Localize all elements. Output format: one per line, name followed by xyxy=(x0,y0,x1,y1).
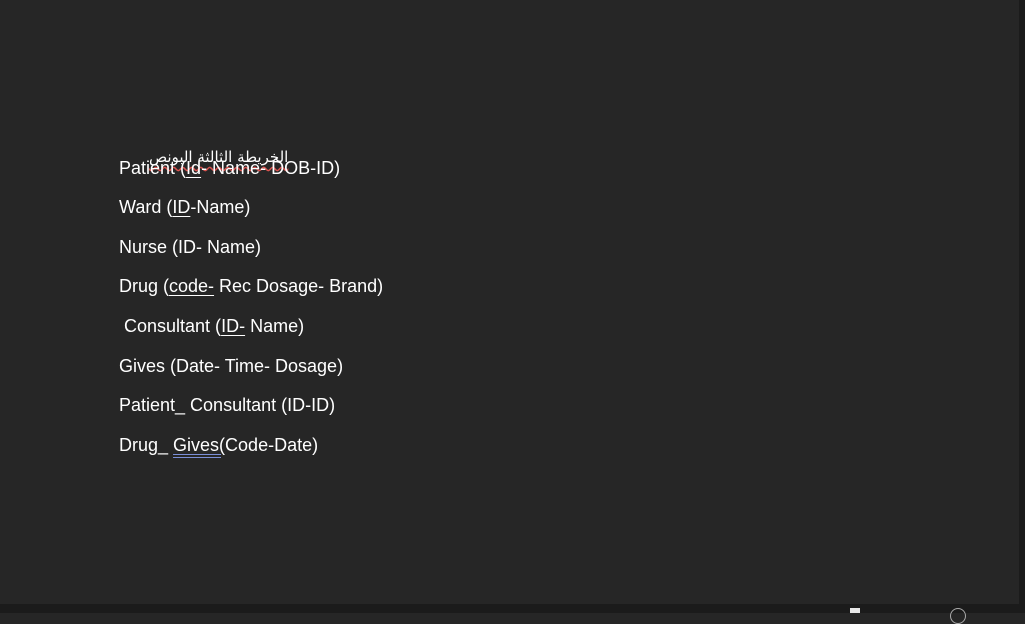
heading-line[interactable]: الخريطة الثالثة البونص xyxy=(119,114,383,166)
line-text: Nurse (ID- Name) xyxy=(119,236,262,257)
line-text: Ward ( xyxy=(119,197,173,218)
line-patient[interactable]: Patient (Id- Name- DOB-ID) xyxy=(119,154,383,194)
line-text: Rec Dosage- Brand) xyxy=(214,276,384,297)
line-text: - Name- DOB-ID) xyxy=(201,157,341,178)
line-ward[interactable]: Ward (ID-Name) xyxy=(119,193,383,233)
grammar-flag-underlined[interactable]: Gives( xyxy=(173,435,225,455)
primary-key-underlined: code- xyxy=(169,276,215,297)
line-drug[interactable]: Drug (code- Rec Dosage- Brand) xyxy=(119,272,383,312)
line-text: Drug_ xyxy=(119,434,174,455)
line-text: Code-Date) xyxy=(225,434,319,455)
line-text: Consultant ( xyxy=(119,315,222,336)
line-text: Gives (Date- Time- Dosage) xyxy=(119,355,344,376)
document-body[interactable]: الخريطة الثالثة البونص Patient (Id- Name… xyxy=(119,114,383,470)
primary-key-underlined: ID- xyxy=(221,315,246,336)
primary-key-underlined: ID xyxy=(172,197,191,218)
primary-key-underlined: Id xyxy=(186,157,202,178)
line-text: Name) xyxy=(245,315,305,336)
line-nurse[interactable]: Nurse (ID- Name) xyxy=(119,233,383,273)
line-text: Patient_ Consultant (ID-ID) xyxy=(119,395,336,416)
line-text: -Name) xyxy=(190,197,251,218)
line-patient-consultant[interactable]: Patient_ Consultant (ID-ID) xyxy=(119,391,383,431)
document-page[interactable]: الخريطة الثالثة البونص Patient (Id- Name… xyxy=(0,0,1019,604)
line-text: Drug ( xyxy=(119,276,170,297)
view-mode-icon[interactable] xyxy=(850,608,860,613)
zoom-icon[interactable] xyxy=(950,608,966,624)
line-drug-gives[interactable]: Drug_ Gives(Code-Date) xyxy=(119,431,383,471)
status-bar xyxy=(0,604,1025,624)
line-text: Patient ( xyxy=(119,157,187,178)
line-gives[interactable]: Gives (Date- Time- Dosage) xyxy=(119,352,383,392)
vertical-scrollbar-track[interactable] xyxy=(1019,0,1025,613)
line-consultant[interactable]: Consultant (ID- Name) xyxy=(119,312,383,352)
